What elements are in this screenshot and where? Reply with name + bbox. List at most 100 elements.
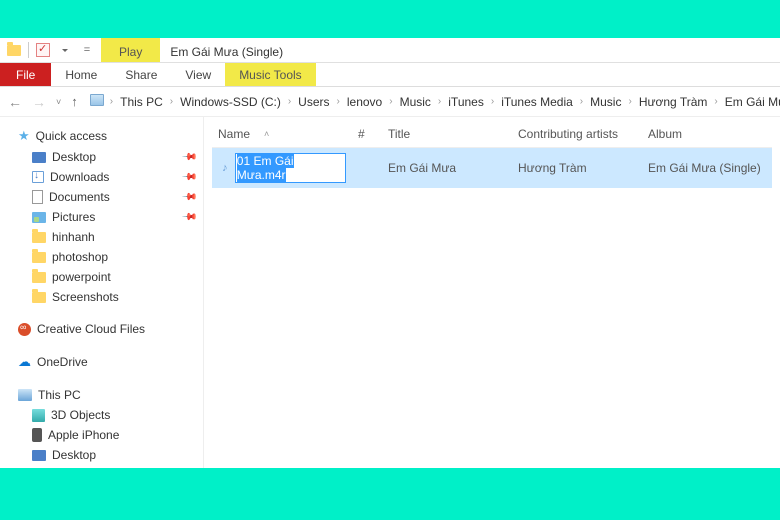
sidebar-item-label: Downloads: [50, 170, 109, 184]
tab-home[interactable]: Home: [51, 63, 111, 86]
file-row[interactable]: ♪ 01 Em Gái Mưa.m4r Em Gái Mưa Hương Trà…: [212, 148, 772, 188]
sidebar-item-label: Screenshots: [52, 290, 119, 304]
history-dropdown-icon[interactable]: ˅: [56, 97, 61, 107]
ribbon-tabs: File Home Share View Music Tools: [0, 63, 780, 87]
documents-icon: [32, 190, 43, 204]
folder-icon: [32, 272, 46, 283]
sidebar-item-label: OneDrive: [37, 355, 88, 369]
sidebar-item-label: Quick access: [36, 129, 107, 143]
sidebar-item-label: Apple iPhone: [48, 428, 119, 442]
divider: [28, 42, 29, 58]
creative-cloud-icon: [18, 323, 31, 336]
sidebar-item-documents[interactable]: Documents 📌: [0, 187, 203, 207]
chevron-right-icon[interactable]: ›: [168, 96, 175, 107]
qat-dropdown-icon[interactable]: [55, 40, 75, 60]
crumb-music2[interactable]: Music: [587, 93, 624, 111]
cell-artists: Hương Tràm: [512, 159, 642, 177]
sidebar-item-label: hinhanh: [52, 230, 95, 244]
chevron-right-icon[interactable]: ›: [108, 96, 115, 107]
sidebar-item-creative-cloud[interactable]: Creative Cloud Files: [0, 319, 203, 339]
tab-music-tools[interactable]: Music Tools: [225, 63, 315, 86]
ribbon-toggle-icon[interactable]: =: [77, 40, 97, 60]
chevron-right-icon[interactable]: ›: [712, 96, 719, 107]
column-number[interactable]: #: [352, 125, 382, 143]
chevron-right-icon[interactable]: ›: [626, 96, 633, 107]
sidebar-item-this-pc[interactable]: This PC: [0, 385, 203, 405]
chevron-right-icon[interactable]: ›: [335, 96, 342, 107]
pin-icon: 📌: [180, 209, 197, 226]
sidebar-item-downloads[interactable]: Downloads 📌: [0, 167, 203, 187]
file-list[interactable]: Name ˄ # Title Contributing artists Albu…: [204, 117, 780, 468]
pin-icon: 📌: [180, 169, 197, 186]
pictures-icon: [32, 212, 46, 223]
title-section: Play Em Gái Mưa (Single): [101, 38, 293, 62]
sidebar-item-quick-access[interactable]: ★ Quick access: [0, 125, 203, 147]
navigation-bar: ← → ˅ ↑ › This PC › Windows-SSD (C:) › U…: [0, 87, 780, 117]
sidebar-item-label: Desktop: [52, 448, 96, 462]
column-headers: Name ˄ # Title Contributing artists Albu…: [212, 121, 772, 148]
cell-number: [352, 166, 382, 170]
crumb-album[interactable]: Em Gái Mưa (Single): [722, 93, 780, 111]
folder-icon: [32, 252, 46, 263]
folder-icon[interactable]: [4, 40, 24, 60]
window-title: Em Gái Mưa (Single): [160, 38, 293, 62]
quick-access-toolbar: =: [0, 38, 101, 62]
sidebar-item-label: Desktop: [52, 150, 96, 164]
tab-share[interactable]: Share: [111, 63, 171, 86]
sidebar-item-folder[interactable]: photoshop: [0, 247, 203, 267]
rename-input[interactable]: 01 Em Gái Mưa.m4r: [235, 153, 346, 183]
sidebar-item-label: Pictures: [52, 210, 95, 224]
crumb-artist[interactable]: Hương Tràm: [636, 93, 711, 111]
forward-icon[interactable]: →: [32, 94, 46, 110]
sidebar-item-folder[interactable]: hinhanh: [0, 227, 203, 247]
desktop-icon: [32, 152, 46, 163]
back-icon[interactable]: ←: [8, 94, 22, 110]
tab-view[interactable]: View: [171, 63, 225, 86]
pc-icon[interactable]: [90, 94, 106, 110]
sidebar-item-label: photoshop: [52, 250, 108, 264]
sidebar-item-folder[interactable]: Screenshots: [0, 287, 203, 307]
cell-title: Em Gái Mưa: [382, 159, 512, 177]
crumb-users[interactable]: Users: [295, 93, 332, 111]
column-name[interactable]: Name ˄: [212, 125, 352, 143]
sidebar-item-iphone[interactable]: Apple iPhone: [0, 425, 203, 445]
sidebar-item-desktop[interactable]: Desktop 📌: [0, 147, 203, 167]
column-album[interactable]: Album: [642, 125, 772, 143]
content-area: ★ Quick access Desktop 📌 Downloads 📌 Doc…: [0, 117, 780, 468]
crumb-itunes-media[interactable]: iTunes Media: [498, 93, 576, 111]
sidebar-item-pictures[interactable]: Pictures 📌: [0, 207, 203, 227]
chevron-right-icon[interactable]: ›: [436, 96, 443, 107]
chevron-right-icon[interactable]: ›: [489, 96, 496, 107]
sort-ascending-icon: ˄: [264, 129, 269, 139]
crumb-this-pc[interactable]: This PC: [117, 93, 166, 111]
sidebar-item-3d-objects[interactable]: 3D Objects: [0, 405, 203, 425]
crumb-itunes[interactable]: iTunes: [445, 93, 487, 111]
cell-name[interactable]: ♪ 01 Em Gái Mưa.m4r: [212, 151, 352, 185]
contextual-tab-play: Play: [101, 38, 160, 62]
rename-text: 01 Em Gái Mưa.m4r: [237, 154, 294, 182]
audio-file-icon: ♪: [218, 161, 232, 175]
sidebar-item-label: 3D Objects: [51, 408, 110, 422]
sidebar-item-desktop2[interactable]: Desktop: [0, 445, 203, 465]
sidebar-item-label: Creative Cloud Files: [37, 322, 145, 336]
crumb-music[interactable]: Music: [397, 93, 434, 111]
cell-album: Em Gái Mưa (Single): [642, 159, 772, 177]
pc-icon: [18, 389, 32, 401]
nav-arrows: ← → ˅ ↑: [8, 94, 78, 110]
up-icon[interactable]: ↑: [71, 94, 78, 109]
chevron-right-icon[interactable]: ›: [387, 96, 394, 107]
crumb-drive[interactable]: Windows-SSD (C:): [177, 93, 284, 111]
sidebar-item-onedrive[interactable]: ☁ OneDrive: [0, 351, 203, 373]
properties-icon[interactable]: [33, 40, 53, 60]
downloads-icon: [32, 171, 44, 183]
chevron-right-icon[interactable]: ›: [578, 96, 585, 107]
tab-file[interactable]: File: [0, 63, 51, 86]
breadcrumb[interactable]: › This PC › Windows-SSD (C:) › Users › l…: [84, 93, 780, 111]
onedrive-icon: ☁: [18, 354, 31, 370]
chevron-right-icon[interactable]: ›: [286, 96, 293, 107]
crumb-user[interactable]: lenovo: [344, 93, 385, 111]
folder-icon: [32, 292, 46, 303]
sidebar-item-folder[interactable]: powerpoint: [0, 267, 203, 287]
column-artists[interactable]: Contributing artists: [512, 125, 642, 143]
column-title[interactable]: Title: [382, 125, 512, 143]
